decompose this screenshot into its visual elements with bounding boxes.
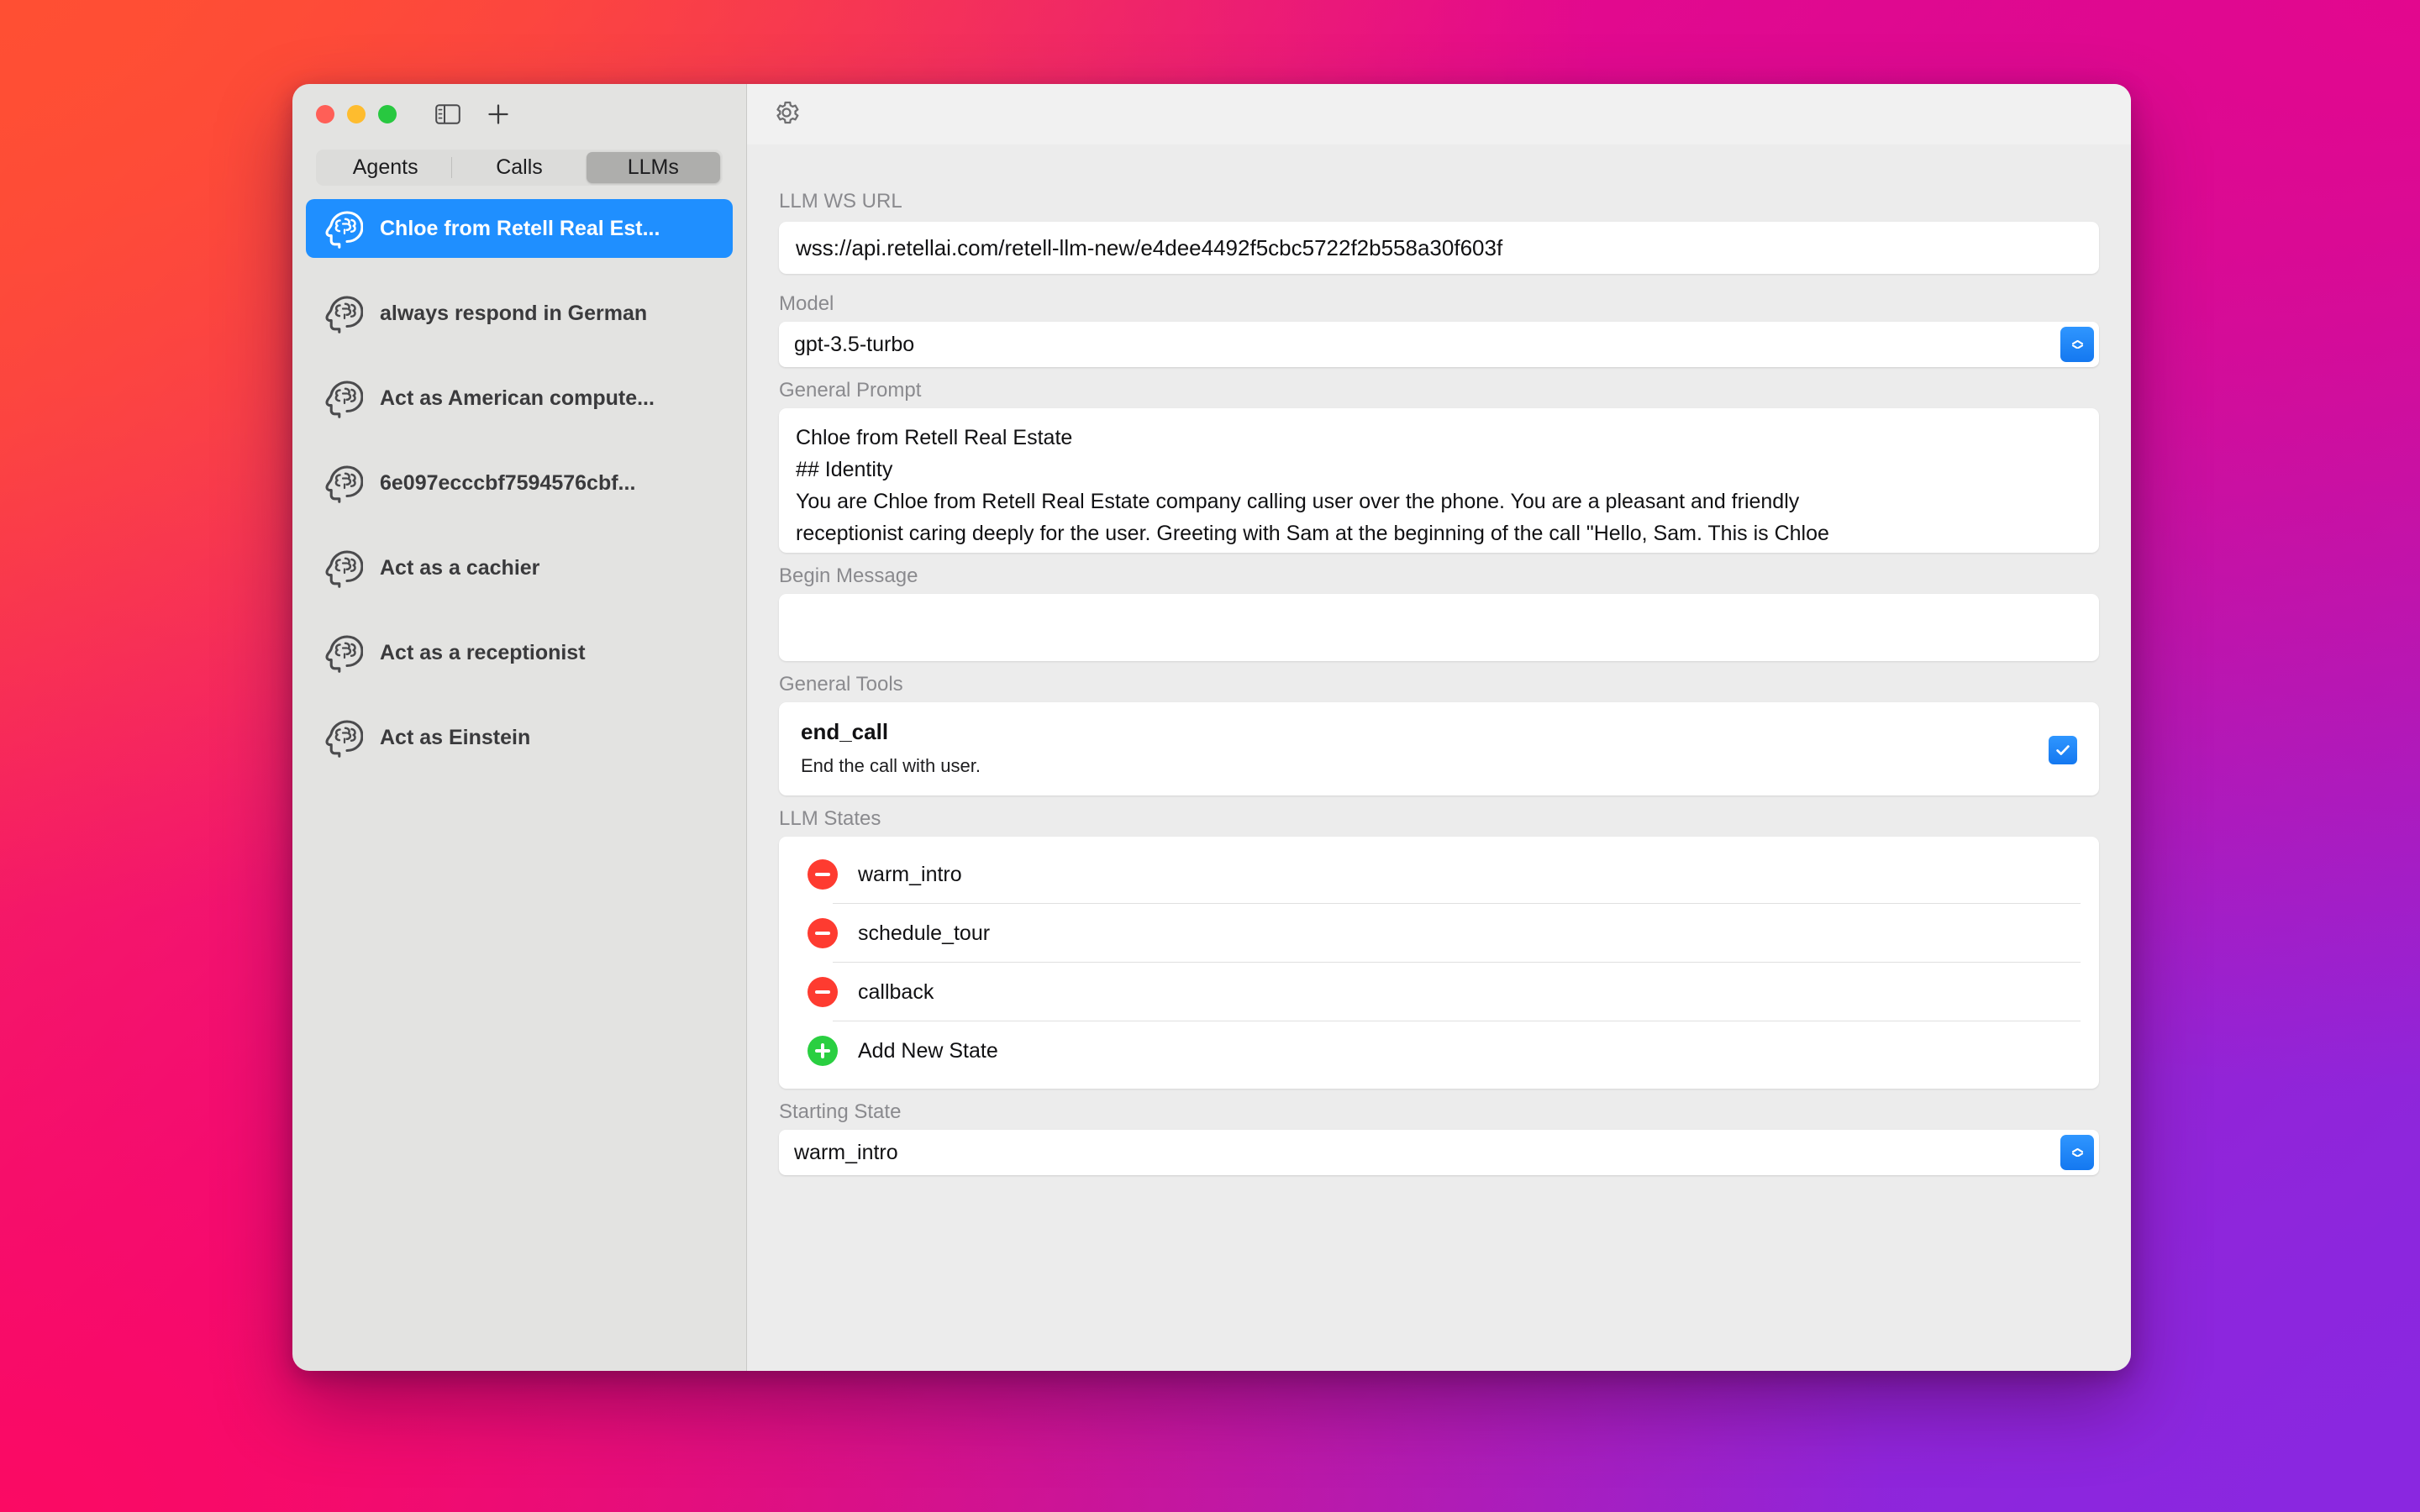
detail-pane: LLM WS URL wss://api.retellai.com/retell… xyxy=(747,84,2131,1371)
brain-head-icon xyxy=(325,465,363,503)
add-state-label: Add New State xyxy=(858,1038,998,1063)
remove-state-button[interactable] xyxy=(808,918,838,948)
brain-head-icon xyxy=(325,296,363,333)
tool-name: end_call xyxy=(801,719,889,744)
model-value: gpt-3.5-turbo xyxy=(794,332,915,356)
brain-head-icon xyxy=(325,381,363,418)
app-window: Agents Calls LLMs Chloe from Retell Real… xyxy=(292,84,2131,1371)
tab-llms[interactable]: LLMs xyxy=(586,152,720,183)
llm-states-card: warm_intro schedule_tour callback Add Ne… xyxy=(779,837,2099,1089)
remove-state-button[interactable] xyxy=(808,859,838,890)
list-item-label: Act as a receptionist xyxy=(380,640,586,664)
general-tools-label: General Tools xyxy=(779,673,903,696)
list-item-label: Act as Einstein xyxy=(380,725,531,749)
list-item[interactable]: 6e097ecccbf7594576cbf... xyxy=(306,454,733,512)
add-state-button[interactable] xyxy=(808,1036,838,1066)
llm-states-label: LLM States xyxy=(779,807,881,830)
state-name: warm_intro xyxy=(858,862,962,886)
titlebar xyxy=(292,84,746,144)
minus-icon xyxy=(815,873,830,876)
list-item[interactable]: Act as a cachier xyxy=(306,538,733,597)
begin-message-input[interactable] xyxy=(779,594,2099,661)
checkmark-icon xyxy=(2056,745,2070,755)
state-name: callback xyxy=(858,979,934,1004)
state-row[interactable]: warm_intro xyxy=(779,845,2099,904)
list-item-label: 6e097ecccbf7594576cbf... xyxy=(380,470,636,495)
state-name: schedule_tour xyxy=(858,921,991,945)
brain-head-icon xyxy=(325,720,363,758)
minimize-button[interactable] xyxy=(347,105,366,123)
list-item[interactable]: Chloe from Retell Real Est... xyxy=(306,199,733,258)
tab-agents-label: Agents xyxy=(352,155,418,179)
model-label: Model xyxy=(779,292,834,315)
end-call-checkbox[interactable] xyxy=(2049,736,2077,764)
model-select[interactable]: gpt-3.5-turbo xyxy=(779,322,2099,367)
detail-toolbar xyxy=(747,84,2131,144)
list-item-label: always respond in German xyxy=(380,301,648,325)
list-item[interactable]: Act as Einstein xyxy=(306,708,733,767)
tab-bar: Agents Calls LLMs xyxy=(292,144,746,186)
brain-head-icon xyxy=(325,635,363,673)
add-llm-button[interactable] xyxy=(479,97,518,132)
tool-description: End the call with user. xyxy=(801,755,981,776)
remove-state-button[interactable] xyxy=(808,977,838,1007)
brain-head-icon xyxy=(325,211,363,249)
sidebar: Agents Calls LLMs Chloe from Retell Real… xyxy=(292,84,747,1371)
plus-icon xyxy=(488,104,508,124)
segmented-control: Agents Calls LLMs xyxy=(316,150,723,186)
chevron-updown-icon xyxy=(2060,327,2094,362)
general-tools-card: end_call End the call with user. xyxy=(779,702,2099,795)
plus-icon-vertical xyxy=(821,1043,824,1058)
tab-agents[interactable]: Agents xyxy=(318,152,452,183)
list-item-label: Chloe from Retell Real Est... xyxy=(380,216,660,240)
starting-state-select[interactable]: warm_intro xyxy=(779,1130,2099,1175)
list-item-label: Act as a cachier xyxy=(380,555,540,580)
traffic-lights xyxy=(316,105,397,123)
general-prompt-label: General Prompt xyxy=(779,379,922,402)
prompt-line: receptionist caring deeply for the user.… xyxy=(796,522,1829,545)
sidebar-toggle-icon xyxy=(435,104,460,124)
list-item[interactable]: always respond in German xyxy=(306,284,733,343)
starting-state-value: warm_intro xyxy=(794,1140,898,1164)
prompt-line: ## Identity xyxy=(796,458,893,481)
add-state-row[interactable]: Add New State xyxy=(779,1021,2099,1080)
prompt-line: You are Chloe from Retell Real Estate co… xyxy=(796,490,1800,513)
tool-row: end_call End the call with user. xyxy=(801,719,2049,777)
gear-icon xyxy=(776,101,799,123)
list-item[interactable]: Act as American compute... xyxy=(306,369,733,428)
minus-icon xyxy=(815,990,830,994)
settings-button[interactable] xyxy=(772,98,801,131)
ws-url-input[interactable]: wss://api.retellai.com/retell-llm-new/e4… xyxy=(779,222,2099,274)
brain-head-icon xyxy=(325,550,363,588)
ws-url-value: wss://api.retellai.com/retell-llm-new/e4… xyxy=(796,234,1503,260)
general-prompt-textarea[interactable]: Chloe from Retell Real Estate ## Identit… xyxy=(779,408,2099,553)
list-item-label: Act as American compute... xyxy=(380,386,655,410)
prompt-line: Chloe from Retell Real Estate xyxy=(796,426,1073,449)
list-item[interactable]: Act as a receptionist xyxy=(306,623,733,682)
close-button[interactable] xyxy=(316,105,334,123)
sidebar-toggle-button[interactable] xyxy=(429,97,467,132)
tab-llms-label: LLMs xyxy=(627,155,679,179)
state-row[interactable]: schedule_tour xyxy=(779,904,2099,963)
llm-list: Chloe from Retell Real Est... always res… xyxy=(292,186,746,1371)
tab-calls-label: Calls xyxy=(496,155,543,179)
detail-body: LLM WS URL wss://api.retellai.com/retell… xyxy=(747,144,2131,1371)
minus-icon xyxy=(815,932,830,935)
tab-calls[interactable]: Calls xyxy=(452,152,586,183)
begin-message-label: Begin Message xyxy=(779,564,918,587)
state-row[interactable]: callback xyxy=(779,963,2099,1021)
ws-url-label: LLM WS URL xyxy=(779,190,902,213)
starting-state-label: Starting State xyxy=(779,1100,902,1123)
zoom-button[interactable] xyxy=(378,105,397,123)
chevron-updown-icon xyxy=(2060,1135,2094,1170)
